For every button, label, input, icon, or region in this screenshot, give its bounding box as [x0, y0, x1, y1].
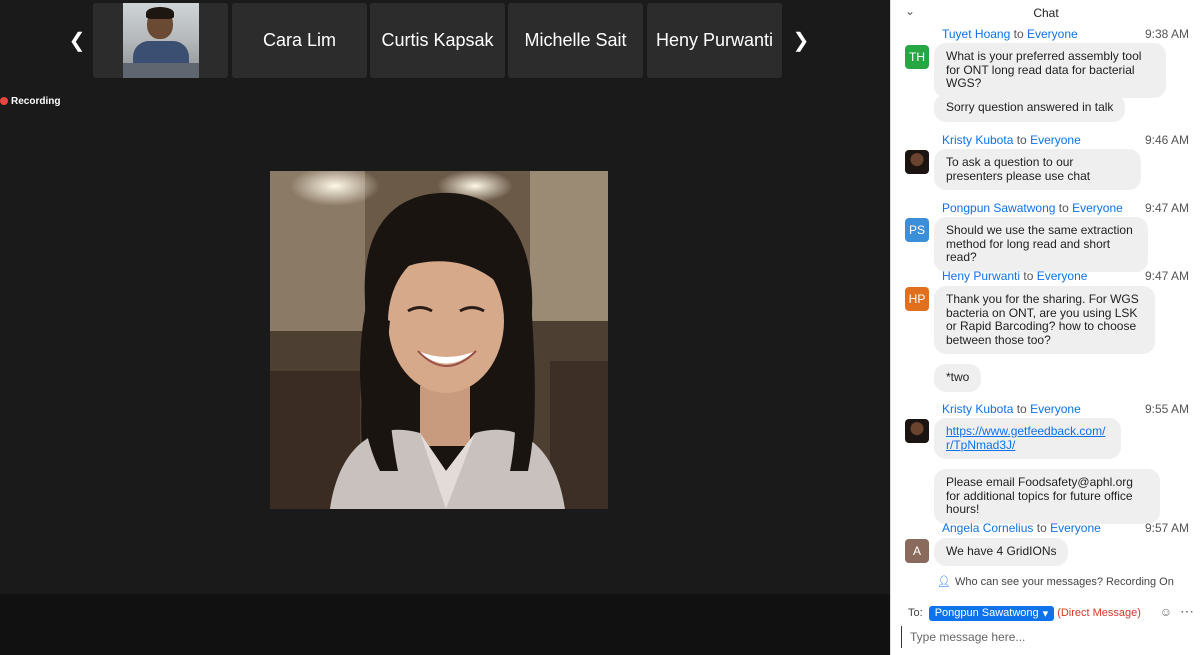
- avatar: A: [905, 539, 929, 563]
- sender-name[interactable]: Heny Purwanti: [942, 269, 1020, 283]
- sender-name[interactable]: Tuyet Hoang: [942, 27, 1010, 41]
- message-sender-line: Kristy Kubota to Everyone: [942, 133, 1081, 147]
- sender-target[interactable]: Everyone: [1030, 402, 1081, 416]
- chevron-right-icon[interactable]: ❯: [790, 28, 812, 54]
- participant-name: Michelle Sait: [524, 30, 627, 50]
- participant-tile[interactable]: Michelle Sait: [508, 3, 643, 78]
- avatar: [905, 150, 929, 174]
- sender-name[interactable]: Pongpun Sawatwong: [942, 201, 1055, 215]
- sender-target[interactable]: Everyone: [1037, 269, 1088, 283]
- recording-dot-icon: [0, 97, 8, 105]
- chat-message-input[interactable]: [901, 626, 1191, 648]
- message-time: 9:47 AM: [1144, 201, 1189, 215]
- sender-to: to: [1016, 402, 1027, 416]
- chat-message-bubble: Sorry question answered in talk: [934, 94, 1126, 122]
- message-sender-line: Pongpun Sawatwong to Everyone: [942, 201, 1123, 215]
- sender-to: to: [1058, 201, 1069, 215]
- recording-indicator: Recording: [0, 95, 60, 107]
- recipient-row: To: Pongpun Sawatwong ▾ (Direct Message)…: [908, 603, 1198, 621]
- emoji-icon[interactable]: ☺: [1160, 605, 1172, 619]
- participant-name: Curtis Kapsak: [381, 30, 494, 50]
- message-time: 9:46 AM: [1144, 133, 1189, 147]
- chat-message-bubble: Should we use the same extraction method…: [934, 217, 1148, 272]
- recipient-name: Pongpun Sawatwong: [934, 607, 1039, 619]
- caret-down-icon: ▾: [1042, 607, 1049, 620]
- sender-to: to: [1036, 521, 1047, 535]
- chevron-left-icon[interactable]: ❮: [66, 28, 88, 54]
- to-label: To:: [908, 607, 923, 619]
- chat-header: ⌄ Chat: [891, 0, 1200, 26]
- participant-name: Heny Purwanti: [655, 30, 774, 50]
- active-speaker-video: [270, 171, 608, 509]
- sender-target[interactable]: Everyone: [1027, 27, 1078, 41]
- person-icon: 👤︎: [937, 576, 951, 588]
- speaker-video-frame: [270, 171, 608, 509]
- video-area: ❮ Cara Lim Curtis Kapsak Michelle Sait H…: [0, 0, 890, 655]
- participant-tile-video[interactable]: [93, 3, 228, 78]
- gallery-strip: ❮ Cara Lim Curtis Kapsak Michelle Sait H…: [0, 0, 890, 86]
- privacy-text: Who can see your messages? Recording On: [954, 575, 1174, 588]
- message-time: 9:38 AM: [1144, 27, 1189, 41]
- chat-message-bubble: What is your preferred assembly tool for…: [934, 43, 1166, 98]
- message-sender-line: Tuyet Hoang to Everyone: [942, 27, 1078, 41]
- message-time: 9:47 AM: [1144, 269, 1189, 283]
- participant-tile[interactable]: Cara Lim: [232, 3, 367, 78]
- message-time: 9:57 AM: [1144, 521, 1189, 535]
- recording-label: Recording: [11, 95, 61, 107]
- meeting-controls-bar: [0, 594, 890, 655]
- sender-target[interactable]: Everyone: [1072, 201, 1123, 215]
- chat-message-bubble: Please email Foodsafety@aphl.org for add…: [934, 469, 1160, 524]
- avatar: TH: [905, 45, 929, 69]
- sender-name[interactable]: Kristy Kubota: [942, 133, 1013, 147]
- sender-name[interactable]: Kristy Kubota: [942, 402, 1013, 416]
- chat-message-bubble: We have 4 GridIONs: [934, 538, 1069, 566]
- avatar: HP: [905, 287, 929, 311]
- message-sender-line: Heny Purwanti to Everyone: [942, 269, 1087, 283]
- more-options-icon[interactable]: ⋯: [1180, 603, 1194, 620]
- chat-message-bubble: https://www.getfeedback.com/r/TpNmad3J/: [934, 418, 1121, 459]
- chat-message-bubble: *two: [934, 364, 982, 392]
- chat-message-bubble: To ask a question to our presenters plea…: [934, 149, 1141, 190]
- participant-tile[interactable]: Curtis Kapsak: [370, 3, 505, 78]
- sender-name[interactable]: Angela Cornelius: [942, 521, 1033, 535]
- avatar: PS: [905, 218, 929, 242]
- participant-video-thumbnail: [123, 3, 199, 78]
- sender-target[interactable]: Everyone: [1030, 133, 1081, 147]
- feedback-link[interactable]: https://www.getfeedback.com/r/TpNmad3J/: [946, 424, 1105, 452]
- sender-to: to: [1016, 133, 1027, 147]
- message-sender-line: Angela Cornelius to Everyone: [942, 521, 1101, 535]
- message-time: 9:55 AM: [1144, 402, 1189, 416]
- participant-tile[interactable]: Heny Purwanti: [647, 3, 782, 78]
- chat-title: Chat: [1033, 6, 1059, 20]
- chat-message-bubble: Thank you for the sharing. For WGS bacte…: [934, 286, 1155, 354]
- chat-panel: ⌄ Chat Tuyet Hoang to Everyone 9:38 AM T…: [890, 0, 1200, 655]
- sender-to: to: [1013, 27, 1024, 41]
- message-sender-line: Kristy Kubota to Everyone: [942, 402, 1081, 416]
- direct-message-label: (Direct Message): [1057, 607, 1141, 619]
- sender-to: to: [1023, 269, 1034, 283]
- participant-name: Cara Lim: [262, 30, 337, 50]
- message-privacy-notice[interactable]: 👤︎ Who can see your messages? Recording …: [937, 575, 1174, 589]
- sender-target[interactable]: Everyone: [1050, 521, 1101, 535]
- avatar: [905, 419, 929, 443]
- recipient-dropdown[interactable]: Pongpun Sawatwong ▾: [928, 605, 1055, 621]
